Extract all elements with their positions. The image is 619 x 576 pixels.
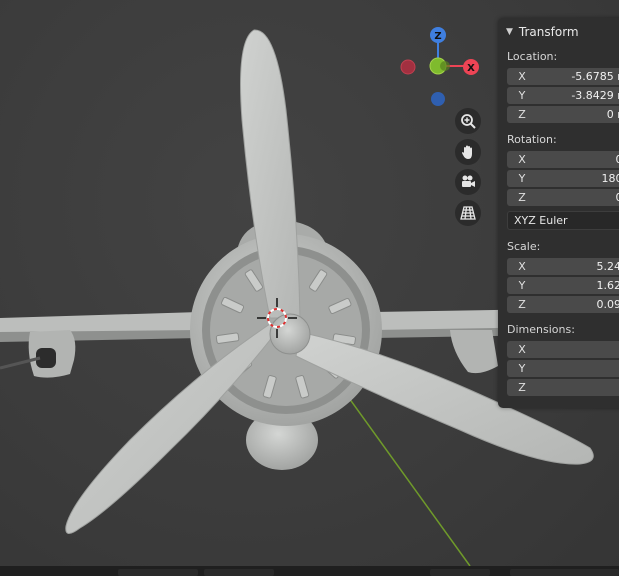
scale-x-field[interactable]: X 5.248 bbox=[507, 258, 619, 275]
3d-viewport[interactable]: Z X ▼ Transform Location: X -5.6785 m Y -3… bbox=[0, 0, 619, 576]
panel-title: Transform bbox=[518, 25, 579, 39]
axis-label: Y bbox=[518, 172, 526, 185]
dimensions-y-field[interactable]: Y bbox=[507, 360, 619, 377]
axis-label: Y bbox=[518, 89, 526, 102]
rotation-mode-dropdown[interactable]: XYZ Euler bbox=[507, 211, 619, 230]
axis-label: Z bbox=[518, 298, 526, 311]
x-axis-label: X bbox=[467, 63, 475, 74]
rotation-label: Rotation: bbox=[507, 133, 557, 146]
location-z-field[interactable]: Z 0 m bbox=[507, 106, 619, 123]
field-value: -3.8429 m bbox=[571, 89, 619, 102]
field-value: 0° bbox=[616, 153, 619, 166]
scale-y-field[interactable]: Y 1.628 bbox=[507, 277, 619, 294]
axis-label: Y bbox=[518, 362, 526, 375]
field-value: 0° bbox=[616, 191, 619, 204]
rotation-mode-value: XYZ Euler bbox=[514, 214, 568, 227]
properties-sidebar: ▼ Transform Location: X -5.6785 m Y -3.842… bbox=[498, 18, 619, 408]
rotation-z-field[interactable]: Z 0° bbox=[507, 189, 619, 206]
transform-panel-header[interactable]: ▼ Transform bbox=[498, 18, 619, 46]
dimensions-z-field[interactable]: Z0 bbox=[507, 379, 619, 396]
field-value: -5.6785 m bbox=[571, 70, 619, 83]
chevron-down-icon: ▼ bbox=[506, 27, 513, 37]
camera-icon[interactable] bbox=[455, 169, 481, 195]
hand-icon[interactable] bbox=[455, 139, 481, 165]
neg-z-axis-handle[interactable] bbox=[431, 92, 445, 106]
axis-label: X bbox=[518, 153, 526, 166]
field-value: 5.248 bbox=[596, 260, 619, 273]
field-value: 0.096 bbox=[596, 298, 619, 311]
dimensions-label: Dimensions: bbox=[507, 323, 575, 336]
axis-label: X bbox=[518, 343, 526, 356]
location-label: Location: bbox=[507, 50, 558, 63]
field-value: 1.628 bbox=[596, 279, 619, 292]
location-y-field[interactable]: Y -3.8429 m bbox=[507, 87, 619, 104]
axis-label: Z bbox=[518, 191, 526, 204]
grid-icon[interactable] bbox=[455, 200, 481, 226]
dimensions-x-field[interactable]: X bbox=[507, 341, 619, 358]
axis-label: X bbox=[518, 260, 526, 273]
axis-label: Z bbox=[518, 108, 526, 121]
axis-label: X bbox=[518, 70, 526, 83]
zoom-in-icon[interactable] bbox=[455, 108, 481, 134]
rotation-y-field[interactable]: Y 180° bbox=[507, 170, 619, 187]
field-value: 180° bbox=[601, 172, 619, 185]
axis-label: Z bbox=[518, 381, 526, 394]
neg-y-axis-handle[interactable] bbox=[440, 61, 450, 71]
rotation-x-field[interactable]: X 0° bbox=[507, 151, 619, 168]
neg-x-axis-handle[interactable] bbox=[400, 59, 416, 75]
z-axis-label: Z bbox=[434, 31, 441, 42]
scale-label: Scale: bbox=[507, 240, 541, 253]
field-value: 0 m bbox=[606, 108, 619, 121]
axis-label: Y bbox=[518, 279, 526, 292]
location-x-field[interactable]: X -5.6785 m bbox=[507, 68, 619, 85]
scale-z-field[interactable]: Z 0.096 bbox=[507, 296, 619, 313]
timeline-bar[interactable] bbox=[0, 566, 619, 576]
